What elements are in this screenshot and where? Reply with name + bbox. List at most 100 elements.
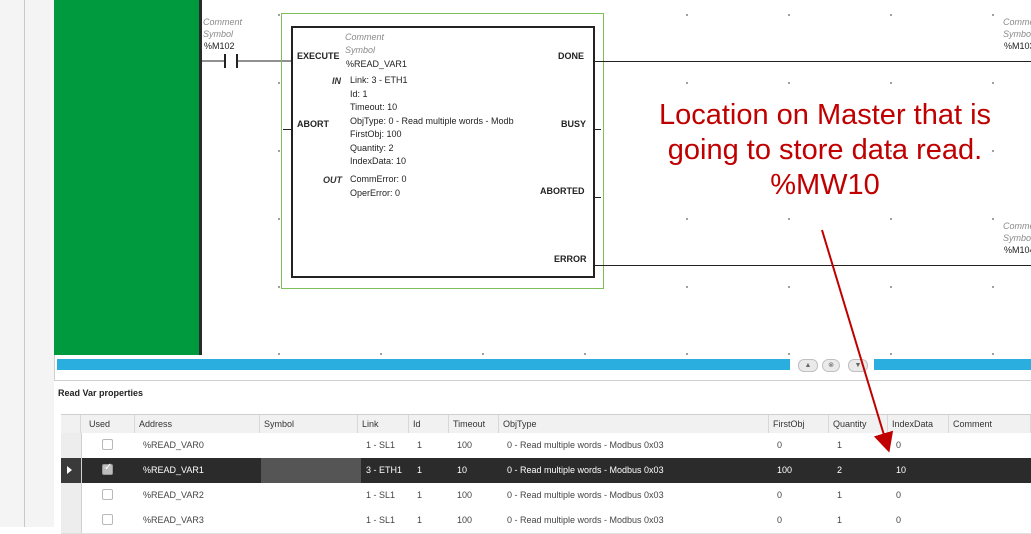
- cell-link[interactable]: 3 - ETH1: [362, 458, 409, 483]
- pin-aborted[interactable]: ABORTED: [540, 186, 585, 196]
- cell-firstobj[interactable]: 0: [773, 508, 829, 533]
- cell-symbol[interactable]: [264, 433, 358, 458]
- cell-symbol[interactable]: [264, 508, 358, 533]
- row-gutter[interactable]: [61, 483, 82, 508]
- contact-comment: Comment: [203, 17, 243, 27]
- cell-comment[interactable]: [953, 483, 1031, 508]
- header-used[interactable]: Used: [85, 415, 135, 433]
- annotation-line-3: %MW10: [770, 169, 880, 201]
- pin-error[interactable]: ERROR: [554, 254, 587, 264]
- cell-timeout[interactable]: 100: [453, 483, 499, 508]
- header-indexdata[interactable]: IndexData: [888, 415, 949, 433]
- grid-dot: [278, 286, 280, 288]
- scroll-up-icon[interactable]: ▲: [798, 359, 818, 372]
- header-comment[interactable]: Comment: [949, 415, 1031, 433]
- used-checkbox[interactable]: [102, 439, 113, 450]
- horizontal-scrollbar[interactable]: [57, 359, 790, 370]
- cell-address[interactable]: %READ_VAR1: [139, 458, 259, 483]
- table-row[interactable]: %READ_VAR3 1 - SL1 1 100 0 - Read multiple w…: [61, 508, 1031, 534]
- cell-address[interactable]: %READ_VAR0: [139, 433, 259, 458]
- cell-timeout[interactable]: 10: [453, 458, 499, 483]
- cell-firstobj[interactable]: 100: [773, 458, 829, 483]
- pin-abort[interactable]: ABORT: [297, 119, 329, 129]
- cell-timeout[interactable]: 100: [453, 433, 499, 458]
- cell-id[interactable]: 1: [413, 458, 449, 483]
- cell-quantity[interactable]: 1: [833, 508, 888, 533]
- grid-dot: [482, 353, 484, 355]
- grid-dot: [788, 286, 790, 288]
- header-firstobj[interactable]: FirstObj: [769, 415, 829, 433]
- header-link[interactable]: Link: [358, 415, 409, 433]
- cell-quantity[interactable]: 1: [833, 483, 888, 508]
- cell-quantity[interactable]: 1: [833, 433, 888, 458]
- header-address[interactable]: Address: [135, 415, 260, 433]
- used-checkbox[interactable]: [102, 489, 113, 500]
- coil2-comment: Comme: [1003, 221, 1031, 231]
- grid-dot: [686, 14, 688, 16]
- cell-indexdata[interactable]: 10: [892, 458, 949, 483]
- cell-link[interactable]: 1 - SL1: [362, 483, 409, 508]
- grid-dot: [992, 14, 994, 16]
- cell-objtype[interactable]: 0 - Read multiple words - Modbus 0x03: [503, 458, 769, 483]
- row-gutter[interactable]: [61, 458, 82, 483]
- cell-firstobj[interactable]: 0: [773, 483, 829, 508]
- cell-comment[interactable]: [953, 433, 1031, 458]
- grid-dot: [584, 353, 586, 355]
- row-gutter[interactable]: [61, 508, 82, 533]
- header-objtype[interactable]: ObjType: [499, 415, 769, 433]
- cell-firstobj[interactable]: 0: [773, 433, 829, 458]
- header-timeout[interactable]: Timeout: [449, 415, 499, 433]
- cell-quantity[interactable]: 2: [833, 458, 888, 483]
- cell-link[interactable]: 1 - SL1: [362, 433, 409, 458]
- block-symbol: Symbol: [345, 45, 376, 55]
- pin-busy[interactable]: BUSY: [561, 119, 586, 129]
- header-symbol[interactable]: Symbol: [260, 415, 358, 433]
- cell-comment[interactable]: [953, 458, 1031, 483]
- cell-symbol[interactable]: [264, 458, 358, 483]
- pin-done[interactable]: DONE: [558, 51, 584, 61]
- table-row[interactable]: %READ_VAR13 - ETH11100 - Read multiple w…: [61, 458, 1031, 484]
- grid-dot: [278, 150, 280, 152]
- cell-address[interactable]: %READ_VAR3: [139, 508, 259, 533]
- power-rail: [54, 0, 200, 355]
- cell-objtype[interactable]: 0 - Read multiple words - Modbus 0x03: [503, 483, 769, 508]
- cell-indexdata[interactable]: 0: [892, 508, 949, 533]
- header-gutter: [61, 415, 81, 433]
- horizontal-scrollbar-right[interactable]: [874, 359, 1031, 370]
- row-gutter[interactable]: [61, 433, 82, 458]
- read-var-function-block[interactable]: [291, 26, 595, 278]
- grid-dot: [788, 218, 790, 220]
- cell-comment[interactable]: [953, 508, 1031, 533]
- table-row[interactable]: %READ_VAR2 1 - SL1 1 100 0 - Read multiple w…: [61, 483, 1031, 509]
- used-checkbox[interactable]: [102, 514, 113, 525]
- grid-dot: [278, 82, 280, 84]
- cell-objtype[interactable]: 0 - Read multiple words - Modbus 0x03: [503, 433, 769, 458]
- cell-indexdata[interactable]: 0: [892, 483, 949, 508]
- grid-dot: [890, 14, 892, 16]
- grid-dot: [278, 353, 280, 355]
- cell-indexdata[interactable]: 0: [892, 433, 949, 458]
- cell-id[interactable]: 1: [413, 508, 449, 533]
- cell-id[interactable]: 1: [413, 483, 449, 508]
- table-row[interactable]: %READ_VAR0 1 - SL1 1 100 0 - Read multiple w…: [61, 433, 1031, 459]
- cell-id[interactable]: 1: [413, 433, 449, 458]
- normally-open-contact[interactable]: [202, 52, 292, 72]
- header-quantity[interactable]: Quantity: [829, 415, 888, 433]
- annotation-callout: Location on Master that is going to stor…: [620, 98, 1030, 203]
- grid-dot: [992, 82, 994, 84]
- grid-dot: [890, 218, 892, 220]
- link-icon[interactable]: ⊗: [822, 359, 840, 372]
- param-commerror: CommError: 0: [350, 174, 407, 184]
- cell-address[interactable]: %READ_VAR2: [139, 483, 259, 508]
- cell-objtype[interactable]: 0 - Read multiple words - Modbus 0x03: [503, 508, 769, 533]
- cell-symbol[interactable]: [264, 483, 358, 508]
- used-checkbox[interactable]: [102, 462, 113, 475]
- scroll-down-icon[interactable]: ▼: [848, 359, 868, 372]
- header-id[interactable]: Id: [409, 415, 449, 433]
- wire-done: [593, 61, 1031, 62]
- cell-link[interactable]: 1 - SL1: [362, 508, 409, 533]
- pin-execute[interactable]: EXECUTE: [297, 51, 340, 61]
- contact-address: %M102: [204, 41, 235, 51]
- annotation-line-1: Location on Master that is: [658, 99, 992, 131]
- cell-timeout[interactable]: 100: [453, 508, 499, 533]
